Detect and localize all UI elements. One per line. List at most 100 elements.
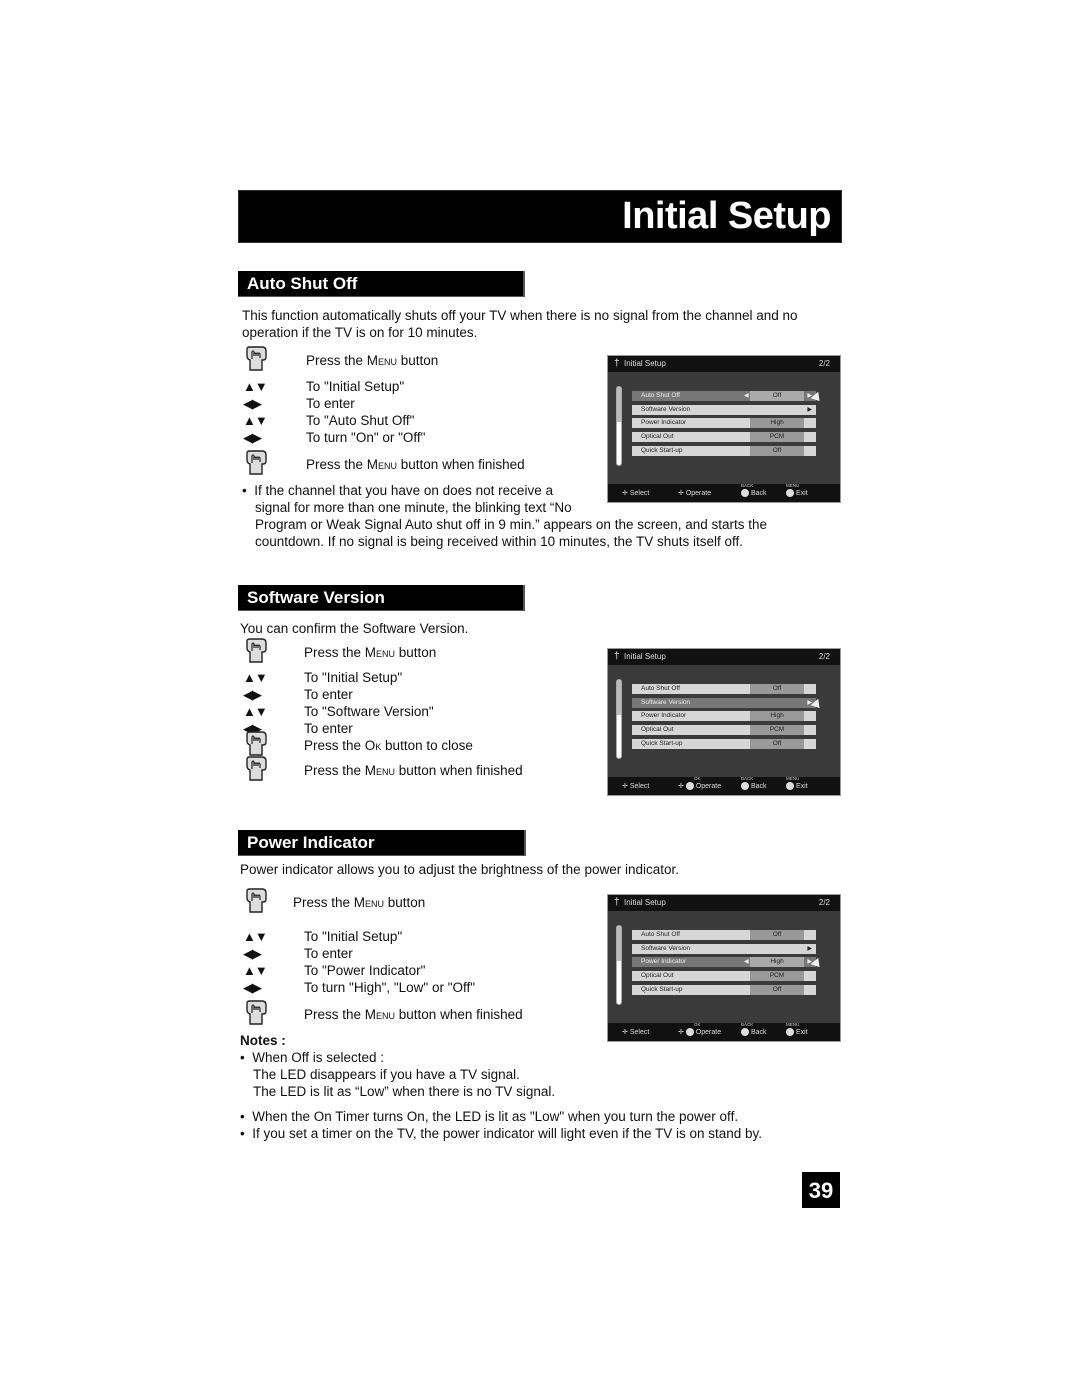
menu-item[interactable]: Auto Shut Off Off ◀ ▶ (632, 391, 816, 401)
menu-item[interactable]: Software Version ▶ (632, 698, 816, 708)
menu-item[interactable]: Quick Start-up Off (632, 446, 816, 456)
software-version-intro: You can confirm the Software Version. (240, 621, 469, 636)
footer-exit: Exit (786, 782, 808, 790)
menu-item[interactable]: Quick Start-up Off (632, 985, 816, 995)
tv-menu-footer: ✛ Select ✛ Operate Back BACK Exit MENU (608, 483, 840, 502)
menu-item[interactable]: Software Version ▶ (632, 944, 816, 954)
menu-item[interactable]: Optical Out PCM (632, 432, 816, 442)
step-text: Press the Menu button (306, 353, 439, 368)
menu-item-label: Optical Out (641, 433, 674, 440)
hand-press-icon (243, 638, 269, 668)
back-tag: BACK (741, 776, 754, 781)
back-button-icon (741, 489, 749, 497)
scrollbar[interactable] (616, 679, 622, 759)
back-button-icon (741, 782, 749, 790)
hand-press-icon (243, 346, 269, 376)
power-indicator-intro: Power indicator allows you to adjust the… (240, 862, 679, 877)
menu-item-label: Optical Out (641, 972, 674, 979)
footer-operate: ✛ Operate (678, 782, 722, 791)
wrench-icon: † (614, 358, 620, 369)
menu-item[interactable]: Auto Shut Off Off (632, 930, 816, 940)
menu-item-value: High (750, 957, 804, 967)
menu-item[interactable]: Optical Out PCM (632, 725, 816, 735)
menu-item[interactable]: Auto Shut Off Off (632, 684, 816, 694)
ok-button-icon (685, 782, 694, 791)
remote-key-name: Menu (353, 895, 385, 910)
section-heading-software-version: Software Version (238, 585, 525, 611)
step-text: To turn "On" or "Off" (306, 430, 426, 445)
back-tag: BACK (741, 1022, 754, 1027)
menu-item-label: Power Indicator (641, 958, 687, 965)
left-right-arrows-icon: ◀▶ (243, 946, 262, 961)
note-text: When the On Timer turns On, the LED is l… (252, 1109, 739, 1124)
menu-item[interactable]: Power Indicator High (632, 711, 816, 721)
menu-item-label: Optical Out (641, 726, 674, 733)
up-down-arrows-icon: ▲▼ (243, 670, 268, 685)
tv-menu-header: † Initial Setup 2/2 (608, 895, 840, 911)
menu-item[interactable]: Quick Start-up Off (632, 739, 816, 749)
wrench-icon: † (614, 651, 620, 662)
note-text: The LED disappears if you have a TV sign… (253, 1067, 520, 1082)
menu-item-label: Software Version (641, 945, 691, 952)
step-text: Press the Menu button when finished (306, 457, 525, 472)
hand-press-icon (243, 888, 269, 918)
page-title-bar: Initial Setup (238, 190, 842, 243)
up-down-arrows-icon: ▲▼ (243, 963, 268, 978)
menu-item-value: High (750, 711, 804, 721)
arrow-right-icon: ▶ (807, 407, 812, 413)
step-text: Press the Menu button (293, 895, 426, 910)
remote-key-name: Menu (364, 1007, 396, 1022)
menu-button-icon (786, 1028, 794, 1036)
ok-tag: OK (694, 776, 701, 781)
page-number: 39 (802, 1172, 840, 1208)
step-text: Press the Menu button (304, 645, 437, 660)
menu-item-value: Off (750, 739, 804, 749)
menu-item-label: Software Version (641, 406, 691, 413)
step-text: Press the Ok button to close (304, 738, 473, 753)
page-title: Initial Setup (622, 195, 831, 237)
menu-item-label: Quick Start-up (641, 740, 683, 747)
menu-tag: MENU (786, 776, 800, 781)
menu-item-value: Off (750, 391, 804, 401)
menu-item[interactable]: Power Indicator High ◀ ▶ (632, 957, 816, 967)
arrow-left-icon: ◀ (744, 393, 749, 399)
bullet-text: Program or Weak Signal Auto shut off in … (255, 517, 768, 532)
step-text: To "Initial Setup" (306, 379, 405, 394)
bullet-icon: • (240, 1050, 245, 1065)
menu-item[interactable]: Software Version ▶ (632, 405, 816, 415)
tv-menu-page: 2/2 (818, 359, 830, 368)
dpad-icon: ✛ (678, 783, 684, 790)
menu-button-icon (786, 489, 794, 497)
scrollbar-thumb[interactable] (617, 387, 621, 423)
menu-item[interactable]: Power Indicator High (632, 418, 816, 428)
hand-press-icon (243, 756, 269, 786)
menu-item-value: PCM (750, 971, 804, 981)
menu-item-value: Off (750, 684, 804, 694)
scrollbar-thumb[interactable] (617, 926, 621, 962)
dpad-icon: ✛ (622, 783, 628, 790)
footer-operate: ✛ Operate (678, 490, 712, 497)
step-text: To enter (304, 721, 353, 736)
bullet-text: countdown. If no signal is being receive… (255, 534, 744, 549)
dpad-icon: ✛ (678, 490, 684, 497)
left-right-arrows-icon: ◀▶ (243, 430, 262, 445)
scrollbar[interactable] (616, 386, 622, 466)
menu-item-label: Quick Start-up (641, 986, 683, 993)
menu-item-label: Power Indicator (641, 419, 687, 426)
remote-key-name: Menu (366, 353, 398, 368)
step-text: To "Power Indicator" (304, 963, 426, 978)
hand-press-icon (243, 450, 269, 480)
hand-press-icon (243, 1000, 269, 1030)
menu-item-value: PCM (750, 725, 804, 735)
wrench-icon: † (614, 897, 620, 908)
step-text: To enter (304, 946, 353, 961)
up-down-arrows-icon: ▲▼ (243, 379, 268, 394)
menu-item-value: PCM (750, 432, 804, 442)
menu-item[interactable]: Optical Out PCM (632, 971, 816, 981)
menu-item-value: Off (750, 985, 804, 995)
intro-line: This function automatically shuts off yo… (242, 308, 798, 323)
note-text: When Off is selected : (252, 1050, 385, 1065)
scrollbar-thumb[interactable] (617, 680, 621, 716)
scrollbar[interactable] (616, 925, 622, 1005)
dpad-icon: ✛ (622, 490, 628, 497)
